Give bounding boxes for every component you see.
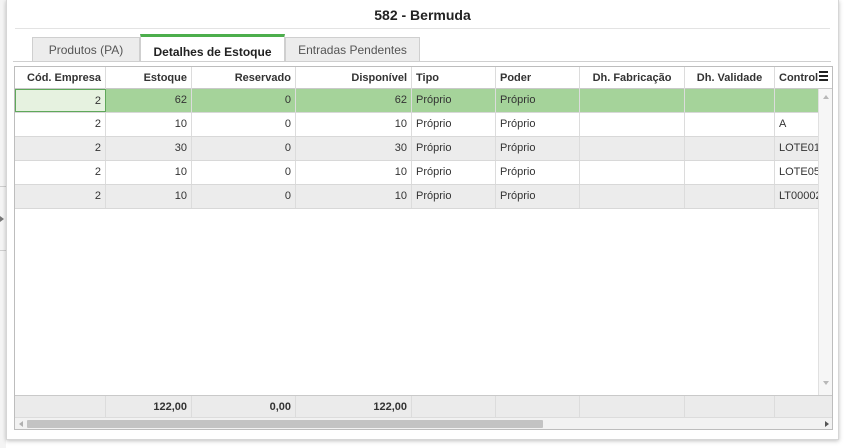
table-cell[interactable]: 62 <box>296 89 412 112</box>
tab-divider <box>13 61 831 62</box>
column-header[interactable]: Estoque <box>106 67 192 89</box>
scroll-right-icon[interactable] <box>825 421 829 427</box>
table-cell[interactable]: LOTE01 <box>775 137 818 160</box>
table-cell[interactable]: 2 <box>15 161 106 184</box>
table-row[interactable]: 2 10 0 10 Próprio Próprio LOTE05 <box>15 161 818 185</box>
table-cell[interactable]: LT00002 <box>775 185 818 208</box>
total-cell <box>412 396 496 418</box>
tab-detalhes-estoque[interactable]: Detalhes de Estoque <box>140 34 285 62</box>
table-cell[interactable] <box>685 185 775 208</box>
table-cell[interactable]: Próprio <box>412 89 496 112</box>
expand-arrow-icon[interactable] <box>0 216 4 222</box>
column-header[interactable]: Control <box>775 67 818 89</box>
table-cell[interactable]: 0 <box>192 113 296 136</box>
total-cell: 122,00 <box>296 396 412 418</box>
table-cell[interactable]: 62 <box>106 89 192 112</box>
column-header[interactable]: Cód. Empresa <box>15 67 106 89</box>
table-cell[interactable]: 30 <box>296 137 412 160</box>
table-cell[interactable] <box>580 185 685 208</box>
stock-panel: 582 - Bermuda Produtos (PA) Detalhes de … <box>6 0 839 440</box>
table-row[interactable]: 2 62 0 62 Próprio Próprio <box>15 89 818 113</box>
table-cell[interactable] <box>685 137 775 160</box>
table-cell[interactable]: 10 <box>296 113 412 136</box>
tab-entradas-pendentes[interactable]: Entradas Pendentes <box>285 37 420 62</box>
total-cell <box>15 396 106 418</box>
grid-header: Cód. Empresa Estoque Reservado Disponíve… <box>15 67 832 89</box>
table-cell[interactable]: 0 <box>192 185 296 208</box>
table-cell[interactable]: 2 <box>15 137 106 160</box>
scroll-left-icon[interactable] <box>19 421 23 427</box>
total-cell <box>775 396 832 418</box>
table-cell[interactable]: Próprio <box>496 89 580 112</box>
table-cell[interactable]: 0 <box>192 137 296 160</box>
scroll-thumb[interactable] <box>27 420 543 428</box>
column-header[interactable]: Tipo <box>412 67 496 89</box>
total-cell <box>685 396 775 418</box>
table-cell[interactable]: Próprio <box>496 185 580 208</box>
table-cell[interactable]: LOTE05 <box>775 161 818 184</box>
scroll-up-icon[interactable] <box>823 95 829 99</box>
table-cell[interactable]: 2 <box>15 113 106 136</box>
tab-bar: Produtos (PA) Detalhes de Estoque Entrad… <box>7 34 838 85</box>
table-row[interactable]: 2 10 0 10 Próprio Próprio A <box>15 113 818 137</box>
table-cell[interactable] <box>685 161 775 184</box>
column-header[interactable]: Dh. Validade <box>685 67 775 89</box>
column-header[interactable]: Reservado <box>192 67 296 89</box>
table-cell[interactable]: 2 <box>15 185 106 208</box>
table-cell[interactable]: 10 <box>106 185 192 208</box>
table-cell[interactable]: A <box>775 113 818 136</box>
vertical-scrollbar[interactable] <box>818 89 832 395</box>
table-cell[interactable] <box>580 89 685 112</box>
table-cell[interactable]: 30 <box>106 137 192 160</box>
total-cell <box>496 396 580 418</box>
table-cell[interactable]: 10 <box>296 161 412 184</box>
table-cell[interactable]: 0 <box>192 89 296 112</box>
total-cell <box>580 396 685 418</box>
column-header[interactable]: Disponível <box>296 67 412 89</box>
table-cell[interactable] <box>685 113 775 136</box>
scroll-down-icon[interactable] <box>823 381 829 385</box>
total-cell: 122,00 <box>106 396 192 418</box>
tab-produtos[interactable]: Produtos (PA) <box>32 37 140 62</box>
page-title: 582 - Bermuda <box>374 7 471 23</box>
table-row[interactable]: 2 10 0 10 Próprio Próprio LT00002 <box>15 185 818 209</box>
table-cell[interactable]: 10 <box>106 161 192 184</box>
table-cell[interactable]: 10 <box>106 113 192 136</box>
table-cell[interactable]: Próprio <box>412 113 496 136</box>
table-cell[interactable]: 0 <box>192 161 296 184</box>
horizontal-scrollbar[interactable] <box>15 417 832 429</box>
table-cell[interactable] <box>580 161 685 184</box>
table-cell[interactable] <box>580 137 685 160</box>
table-cell[interactable] <box>685 89 775 112</box>
column-header[interactable]: Dh. Fabricação <box>580 67 685 89</box>
column-header[interactable]: Poder <box>496 67 580 89</box>
table-cell[interactable]: Próprio <box>496 113 580 136</box>
stock-grid: Cód. Empresa Estoque Reservado Disponíve… <box>14 66 833 430</box>
total-cell: 0,00 <box>192 396 296 418</box>
table-cell[interactable]: Próprio <box>412 161 496 184</box>
table-cell[interactable]: Próprio <box>496 137 580 160</box>
table-cell[interactable] <box>775 89 818 112</box>
table-cell[interactable]: 2 <box>15 89 106 112</box>
grid-totals-row: 122,00 0,00 122,00 <box>15 395 832 418</box>
table-cell[interactable]: 10 <box>296 185 412 208</box>
title-divider <box>15 28 830 29</box>
table-cell[interactable]: Próprio <box>496 161 580 184</box>
table-cell[interactable]: Próprio <box>412 137 496 160</box>
column-menu-icon[interactable] <box>819 71 830 83</box>
table-cell[interactable]: Próprio <box>412 185 496 208</box>
table-row[interactable]: 2 30 0 30 Próprio Próprio LOTE01 <box>15 137 818 161</box>
table-cell[interactable] <box>580 113 685 136</box>
